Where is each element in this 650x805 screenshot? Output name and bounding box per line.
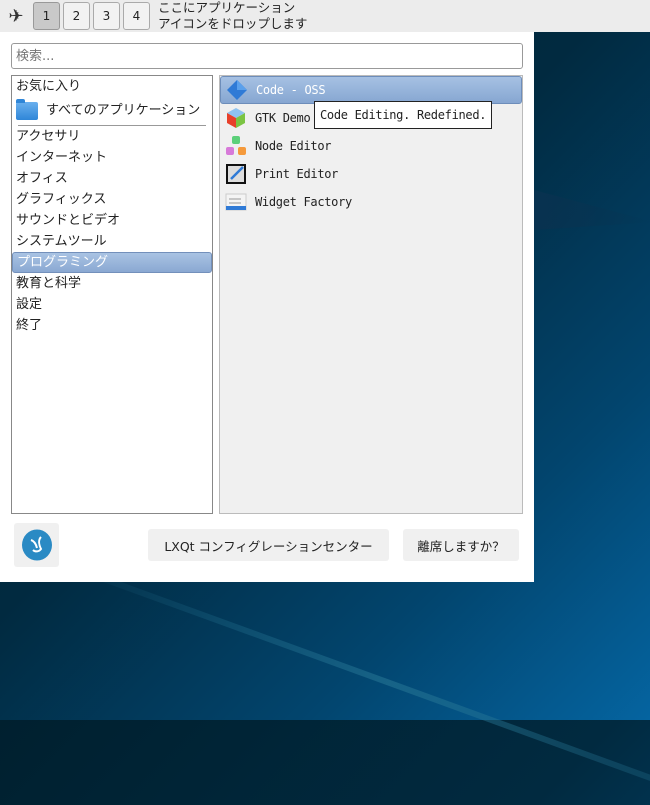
app-label: Node Editor [255, 139, 332, 153]
desktop-3-button[interactable]: 3 [93, 2, 120, 30]
desktop-2-button[interactable]: 2 [63, 2, 90, 30]
quicklaunch-area[interactable]: ここにアプリケーション アイコンをドロップします [158, 0, 307, 32]
category-item[interactable]: 設定 [12, 294, 212, 315]
desktop-4-button[interactable]: 4 [123, 2, 150, 30]
category-item[interactable]: 終了 [12, 315, 212, 336]
lxqt-logo-icon[interactable]: ✈ [2, 2, 30, 30]
quicklaunch-hint: アイコンをドロップします [158, 16, 308, 31]
category-item[interactable]: システムツール [12, 231, 212, 252]
app-item-code-oss[interactable]: Code - OSS [220, 76, 522, 104]
category-item[interactable]: グラフィックス [12, 189, 212, 210]
category-item[interactable]: 教育と科学 [12, 273, 212, 294]
quicklaunch-hint: ここにアプリケーション [158, 0, 296, 15]
category-item-selected[interactable]: プログラミング [12, 252, 212, 273]
category-item[interactable]: アクセサリ [12, 126, 212, 147]
config-center-button[interactable]: LXQt コンフィグレーションセンター [148, 529, 389, 561]
app-list: Code - OSS GTK Demo Node Editor Print Ed… [219, 75, 523, 514]
app-label: GTK Demo [255, 111, 311, 125]
category-favorites[interactable]: お気に入り [12, 76, 212, 97]
app-label: Code - OSS [256, 83, 326, 97]
tooltip: Code Editing. Redefined. [314, 101, 493, 129]
search-input[interactable] [11, 43, 523, 69]
top-panel: ✈ 1 2 3 4 ここにアプリケーション アイコンをドロップします [0, 0, 650, 32]
category-item[interactable]: インターネット [12, 147, 212, 168]
node-editor-icon [226, 136, 246, 155]
vscode-icon [227, 80, 247, 100]
app-label: Print Editor [255, 167, 339, 181]
category-label: すべてのアプリケーション [46, 103, 201, 118]
print-editor-icon [226, 164, 246, 184]
folder-icon [16, 98, 38, 120]
category-all-apps[interactable]: すべてのアプリケーション [12, 97, 212, 124]
wallpaper-streak [534, 190, 650, 230]
category-item[interactable]: オフィス [12, 168, 212, 189]
widget-factory-icon [225, 193, 247, 211]
lxqt-user-icon [21, 529, 52, 561]
app-item-print-editor[interactable]: Print Editor [220, 160, 522, 188]
gtk-cube-icon [227, 108, 245, 128]
user-button[interactable] [14, 523, 59, 567]
leave-button[interactable]: 離席しますか？ [403, 529, 519, 561]
wallpaper-streak [58, 560, 650, 805]
app-label: Widget Factory [255, 195, 352, 209]
category-item[interactable]: サウンドとビデオ [12, 210, 212, 231]
desktop-1-button[interactable]: 1 [33, 2, 60, 30]
app-item-node-editor[interactable]: Node Editor [220, 132, 522, 160]
app-item-widget-factory[interactable]: Widget Factory [220, 188, 522, 216]
category-list: お気に入り すべてのアプリケーション アクセサリ インターネット オフィス グラ… [11, 75, 213, 514]
